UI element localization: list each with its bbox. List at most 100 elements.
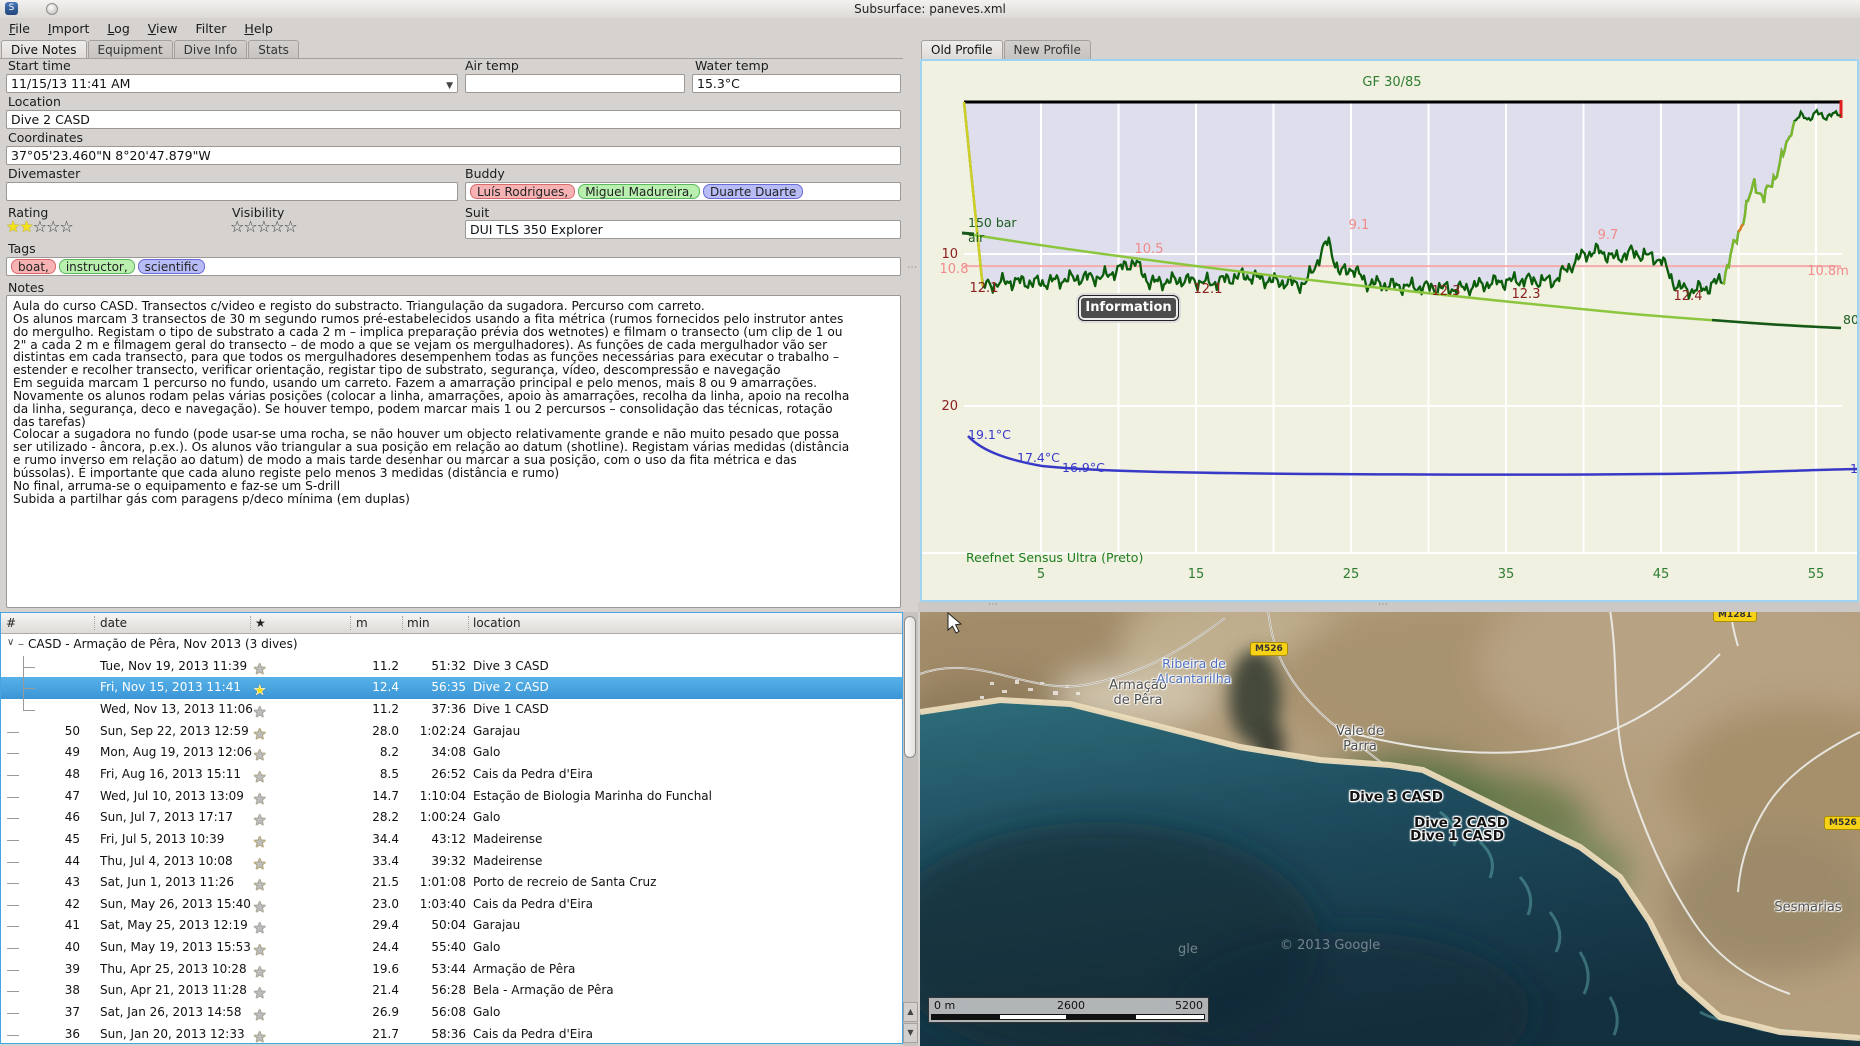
scrollbar-thumb[interactable] xyxy=(904,616,916,758)
col-date: date xyxy=(100,616,127,630)
dive-number: 45 xyxy=(1,832,80,846)
collapse-icon[interactable]: ∨ xyxy=(7,637,14,648)
dive-depth: 26.9 xyxy=(353,1005,399,1019)
dive-row[interactable]: 36Sun, Jan 20, 2013 12:33★★★★★21.758:36C… xyxy=(1,1024,902,1044)
menu-log[interactable]: Log xyxy=(98,18,138,40)
dive-trip-row[interactable]: ∨–CASD - Armação de Pêra, Nov 2013 (3 di… xyxy=(1,634,902,656)
dive-duration: 56:28 xyxy=(401,983,466,997)
svg-text:17.4°C: 17.4°C xyxy=(1017,450,1060,465)
dive-site-marker[interactable]: Dive 1 CASD xyxy=(1410,828,1504,844)
tab-dive-notes[interactable]: Dive Notes xyxy=(1,40,87,59)
map-view[interactable]: Armação de PêraRibeira de AlcantarilhaVa… xyxy=(920,612,1860,1046)
pane-splitter[interactable]: ⋮ xyxy=(906,262,917,273)
coordinates-input[interactable]: 37°05'23.460"N 8°20'47.879"W xyxy=(6,146,901,165)
menu-filter[interactable]: Filter xyxy=(186,18,235,40)
tab-stats[interactable]: Stats xyxy=(248,40,299,59)
notes-textarea[interactable]: Aula do curso CASD. Transectos c/video e… xyxy=(6,295,901,608)
dive-duration: 1:10:04 xyxy=(401,789,466,803)
tab-old-profile[interactable]: Old Profile xyxy=(921,40,1003,59)
tray-icon[interactable] xyxy=(46,3,58,15)
dive-row[interactable]: 44Thu, Jul 4, 2013 10:08★★★★★33.439:32Ma… xyxy=(1,851,902,873)
map-place-label: Ribeira de Alcantarilha xyxy=(1157,656,1232,686)
start-time-combo[interactable]: 11/15/13 11:41 AM ▼ xyxy=(6,74,458,93)
dive-duration: 53:44 xyxy=(401,962,466,976)
dive-row[interactable]: 43Sat, Jun 1, 2013 11:26★★★★★21.51:01:08… xyxy=(1,872,902,894)
dive-row[interactable]: 42Sun, May 26, 2013 15:40★★★★★23.01:03:4… xyxy=(1,894,902,916)
svg-text:9.1: 9.1 xyxy=(1349,218,1370,233)
scale-mid: 2600 xyxy=(1057,999,1085,1012)
dive-row[interactable]: 47Wed, Jul 10, 2013 13:09★★★★★14.71:10:0… xyxy=(1,786,902,808)
menu-file[interactable]: File xyxy=(0,18,39,40)
dive-date: Sun, Jul 7, 2013 17:17 xyxy=(100,810,233,824)
dive-row[interactable]: Tue, Nov 19, 2013 11:39★★★★★11.251:32Div… xyxy=(1,656,902,678)
information-button[interactable]: Information xyxy=(1078,295,1179,321)
buddy-chip[interactable]: Miguel Madureira, xyxy=(578,184,700,199)
scroll-up-button[interactable]: ▲ xyxy=(903,1002,918,1022)
tab-new-profile[interactable]: New Profile xyxy=(1004,40,1091,59)
tab-equipment[interactable]: Equipment xyxy=(88,40,173,59)
dive-row[interactable]: 39Thu, Apr 25, 2013 10:28★★★★★19.653:44A… xyxy=(1,959,902,981)
dive-row[interactable]: 38Sun, Apr 21, 2013 11:28★★★★★21.456:28B… xyxy=(1,980,902,1002)
dive-number: 42 xyxy=(1,897,80,911)
dive-row[interactable]: 49Mon, Aug 19, 2013 12:06★★★★★8.234:08Ga… xyxy=(1,742,902,764)
svg-text:55: 55 xyxy=(1808,567,1825,582)
trip-label: CASD - Armação de Pêra, Nov 2013 (3 dive… xyxy=(28,637,298,651)
tags-input[interactable]: boat,instructor,scientific xyxy=(6,257,901,276)
chevron-down-icon[interactable]: ▼ xyxy=(446,78,453,93)
profile-tab-bar: Old ProfileNew Profile xyxy=(921,40,1092,59)
divemaster-input[interactable] xyxy=(6,182,458,201)
water-temp-input[interactable]: 15.3°C xyxy=(692,74,901,93)
tag-chip[interactable]: scientific xyxy=(138,259,205,274)
dive-depth: 23.0 xyxy=(353,897,399,911)
suit-input[interactable]: DUI TLS 350 Explorer xyxy=(465,220,901,239)
dive-date: Fri, Nov 15, 2013 11:41 xyxy=(100,680,241,694)
tag-chip[interactable]: instructor, xyxy=(59,259,135,274)
dive-number: 40 xyxy=(1,940,80,954)
suit-label: Suit xyxy=(465,205,489,220)
dive-row[interactable]: 48Fri, Aug 16, 2013 15:11★★★★★8.526:52Ca… xyxy=(1,764,902,786)
dive-row[interactable]: 45Fri, Jul 5, 2013 10:39★★★★★34.443:12Ma… xyxy=(1,829,902,851)
dive-row[interactable]: 41Sat, May 25, 2013 12:19★★★★★29.450:04G… xyxy=(1,915,902,937)
dive-depth: 34.4 xyxy=(353,832,399,846)
buddy-chip[interactable]: Duarte Duarte xyxy=(703,184,803,199)
buddy-chip[interactable]: Luís Rodrigues, xyxy=(470,184,575,199)
tab-dive-info[interactable]: Dive Info xyxy=(174,40,248,59)
menu-view[interactable]: View xyxy=(139,18,187,40)
tag-chip[interactable]: boat, xyxy=(11,259,56,274)
dive-location: Madeirense xyxy=(473,854,542,868)
svg-text:12.3: 12.3 xyxy=(1512,287,1541,302)
dive-row[interactable]: 40Sun, May 19, 2013 15:53★★★★★24.455:40G… xyxy=(1,937,902,959)
rating-stars[interactable]: ★★☆☆☆ xyxy=(6,219,73,235)
left-tab-bar: Dive NotesEquipmentDive InfoStats xyxy=(1,40,300,59)
dive-site-marker[interactable]: Dive 3 CASD xyxy=(1349,789,1443,805)
dive-row[interactable]: Wed, Nov 13, 2013 11:06★★★★★11.237:36Div… xyxy=(1,699,902,721)
visibility-stars[interactable]: ☆☆☆☆☆ xyxy=(230,219,297,235)
app-icon: S xyxy=(5,2,18,15)
menu-help[interactable]: Help xyxy=(235,18,282,40)
dive-row[interactable]: 50Sun, Sep 22, 2013 12:59★★★★★28.01:02:2… xyxy=(1,721,902,743)
chart-map-splitter[interactable]: ⋯ ⋯ xyxy=(918,602,1860,612)
dive-row[interactable]: 46Sun, Jul 7, 2013 17:17★★★★★28.21:00:24… xyxy=(1,807,902,829)
dive-list: # date ★ m min location ∨–CASD - Armação… xyxy=(0,612,903,1044)
svg-text:10.5: 10.5 xyxy=(1135,242,1164,257)
map-scalebar: 0 m 2600 5200 xyxy=(928,997,1209,1023)
scroll-down-button[interactable]: ▼ xyxy=(903,1023,918,1043)
svg-text:45: 45 xyxy=(1653,567,1670,582)
dive-list-scrollbar[interactable]: ▲ ▼ xyxy=(903,612,918,1046)
dive-number: 46 xyxy=(1,810,80,824)
location-input[interactable]: Dive 2 CASD xyxy=(6,110,901,129)
scale-zero: 0 m xyxy=(934,999,955,1012)
dive-profile-chart: GF 30/85150 barair80102010.810.59.19.710… xyxy=(920,59,1859,602)
svg-text:GF 30/85: GF 30/85 xyxy=(1362,75,1421,90)
air-temp-input[interactable] xyxy=(465,74,685,93)
buddy-input[interactable]: Luís Rodrigues,Miguel Madureira,Duarte D… xyxy=(465,182,901,201)
menu-import[interactable]: Import xyxy=(39,18,99,40)
dive-location: Garajau xyxy=(473,918,520,932)
svg-text:air: air xyxy=(968,230,985,245)
dive-list-header[interactable]: # date ★ m min location xyxy=(1,613,902,634)
dive-row[interactable]: Fri, Nov 15, 2013 11:41★★☆☆☆12.456:35Div… xyxy=(1,677,902,699)
svg-text:15: 15 xyxy=(1188,567,1205,582)
dive-duration: 50:04 xyxy=(401,918,466,932)
buddy-label: Buddy xyxy=(465,166,505,181)
dive-row[interactable]: 37Sat, Jan 26, 2013 14:58★★★★★26.956:08G… xyxy=(1,1002,902,1024)
